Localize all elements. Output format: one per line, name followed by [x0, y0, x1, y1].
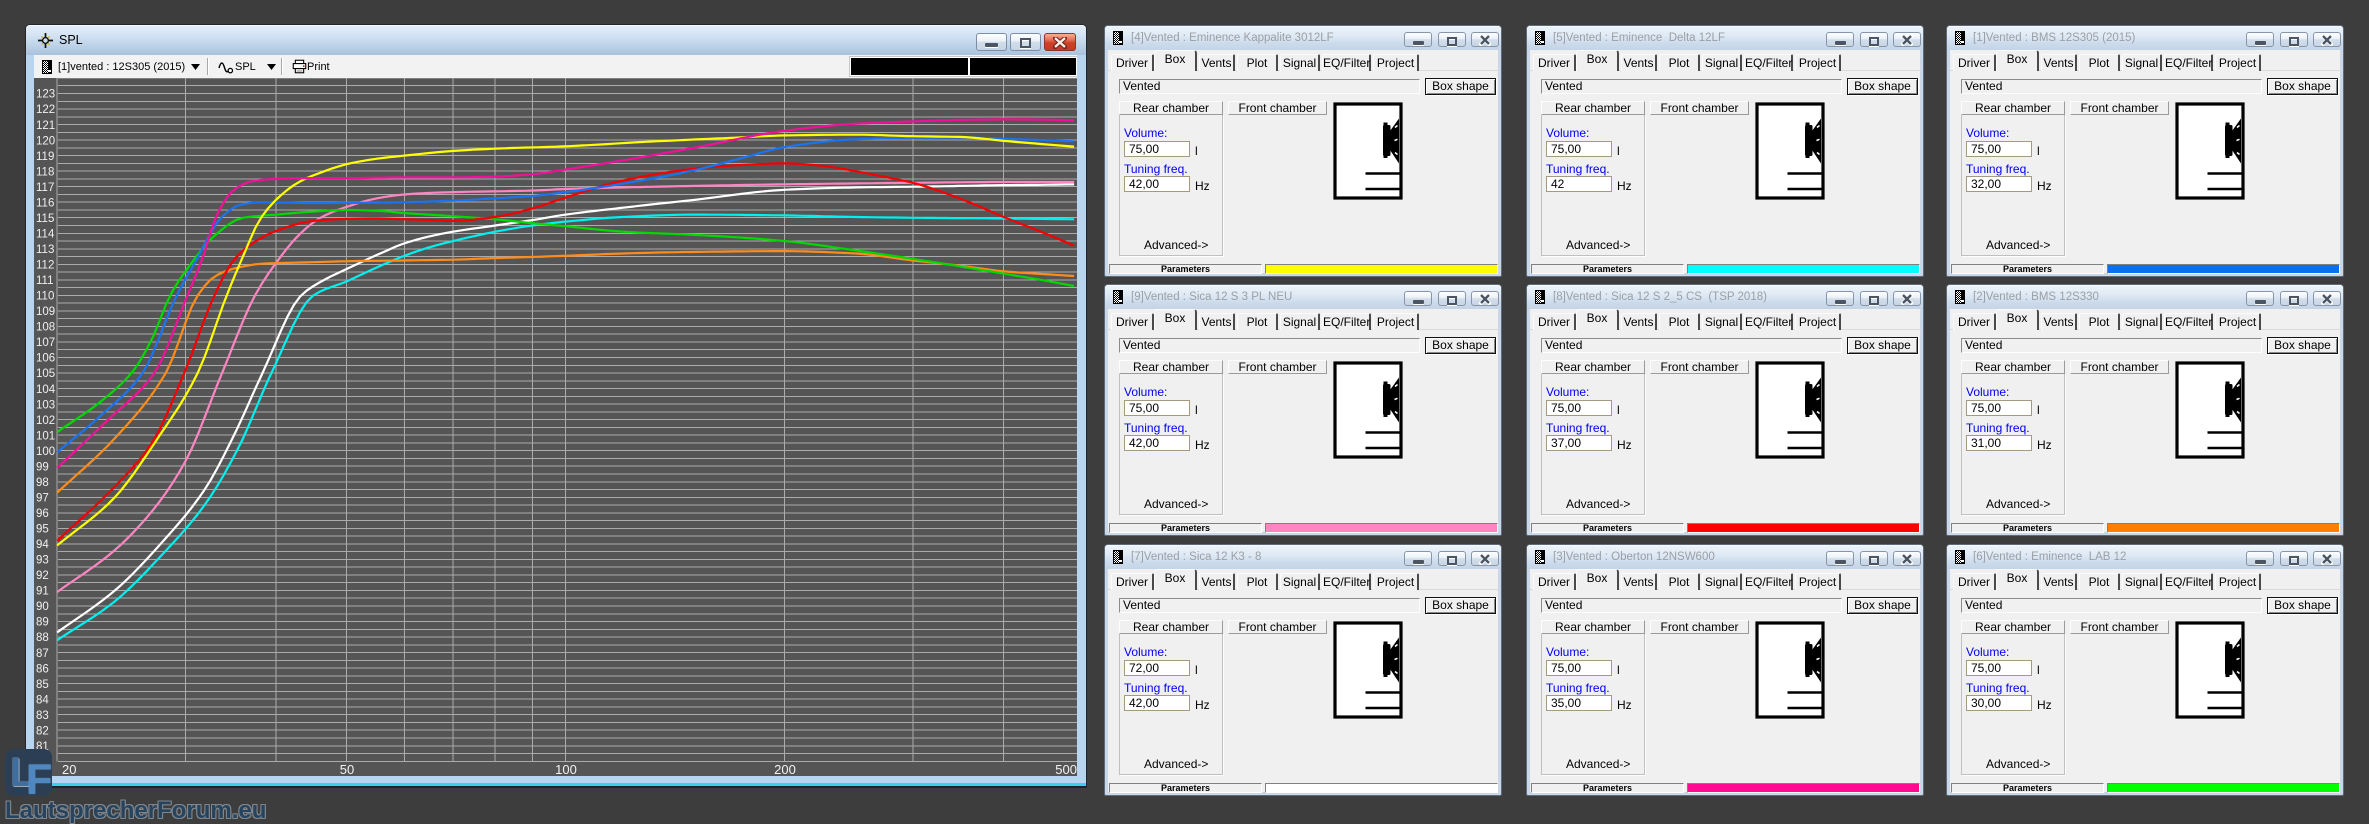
svg-text:85: 85	[36, 679, 49, 691]
svg-text:89: 89	[36, 617, 49, 629]
svg-text:95: 95	[36, 524, 49, 536]
svg-text:112: 112	[36, 260, 54, 272]
svg-text:84: 84	[36, 694, 49, 706]
svg-text:105: 105	[36, 368, 55, 380]
svg-text:110: 110	[36, 291, 54, 303]
svg-text:86: 86	[36, 663, 49, 675]
svg-text:123: 123	[36, 89, 55, 101]
svg-text:50: 50	[340, 762, 354, 776]
svg-text:111: 111	[36, 275, 53, 287]
svg-text:93: 93	[36, 555, 49, 567]
svg-text:90: 90	[36, 601, 49, 613]
svg-text:99: 99	[36, 461, 49, 473]
svg-text:88: 88	[36, 632, 49, 644]
svg-text:91: 91	[36, 586, 49, 598]
svg-text:96: 96	[36, 508, 49, 520]
svg-text:200: 200	[774, 762, 796, 776]
svg-text:94: 94	[36, 539, 49, 551]
svg-text:101: 101	[36, 430, 55, 442]
svg-text:116: 116	[36, 197, 54, 209]
svg-text:118: 118	[36, 166, 54, 178]
svg-text:92: 92	[36, 570, 49, 582]
svg-text:115: 115	[36, 213, 54, 225]
svg-text:82: 82	[36, 725, 49, 737]
svg-text:500: 500	[1055, 762, 1077, 776]
svg-text:107: 107	[36, 337, 55, 349]
svg-text:109: 109	[36, 306, 55, 318]
svg-text:114: 114	[36, 229, 55, 241]
svg-text:103: 103	[36, 399, 55, 411]
svg-text:122: 122	[36, 104, 55, 116]
svg-text:108: 108	[36, 322, 55, 334]
svg-text:97: 97	[36, 493, 49, 505]
svg-text:98: 98	[36, 477, 49, 489]
svg-text:102: 102	[36, 415, 55, 427]
svg-text:83: 83	[36, 710, 49, 722]
svg-text:20: 20	[62, 762, 76, 776]
svg-text:106: 106	[36, 353, 55, 365]
svg-text:104: 104	[36, 384, 56, 396]
svg-text:121: 121	[36, 120, 55, 132]
svg-text:100: 100	[36, 446, 55, 458]
svg-text:120: 120	[36, 135, 55, 147]
svg-text:100: 100	[555, 762, 577, 776]
svg-text:87: 87	[36, 648, 49, 660]
svg-text:119: 119	[36, 151, 54, 163]
svg-text:113: 113	[36, 244, 54, 256]
svg-text:117: 117	[36, 182, 54, 194]
